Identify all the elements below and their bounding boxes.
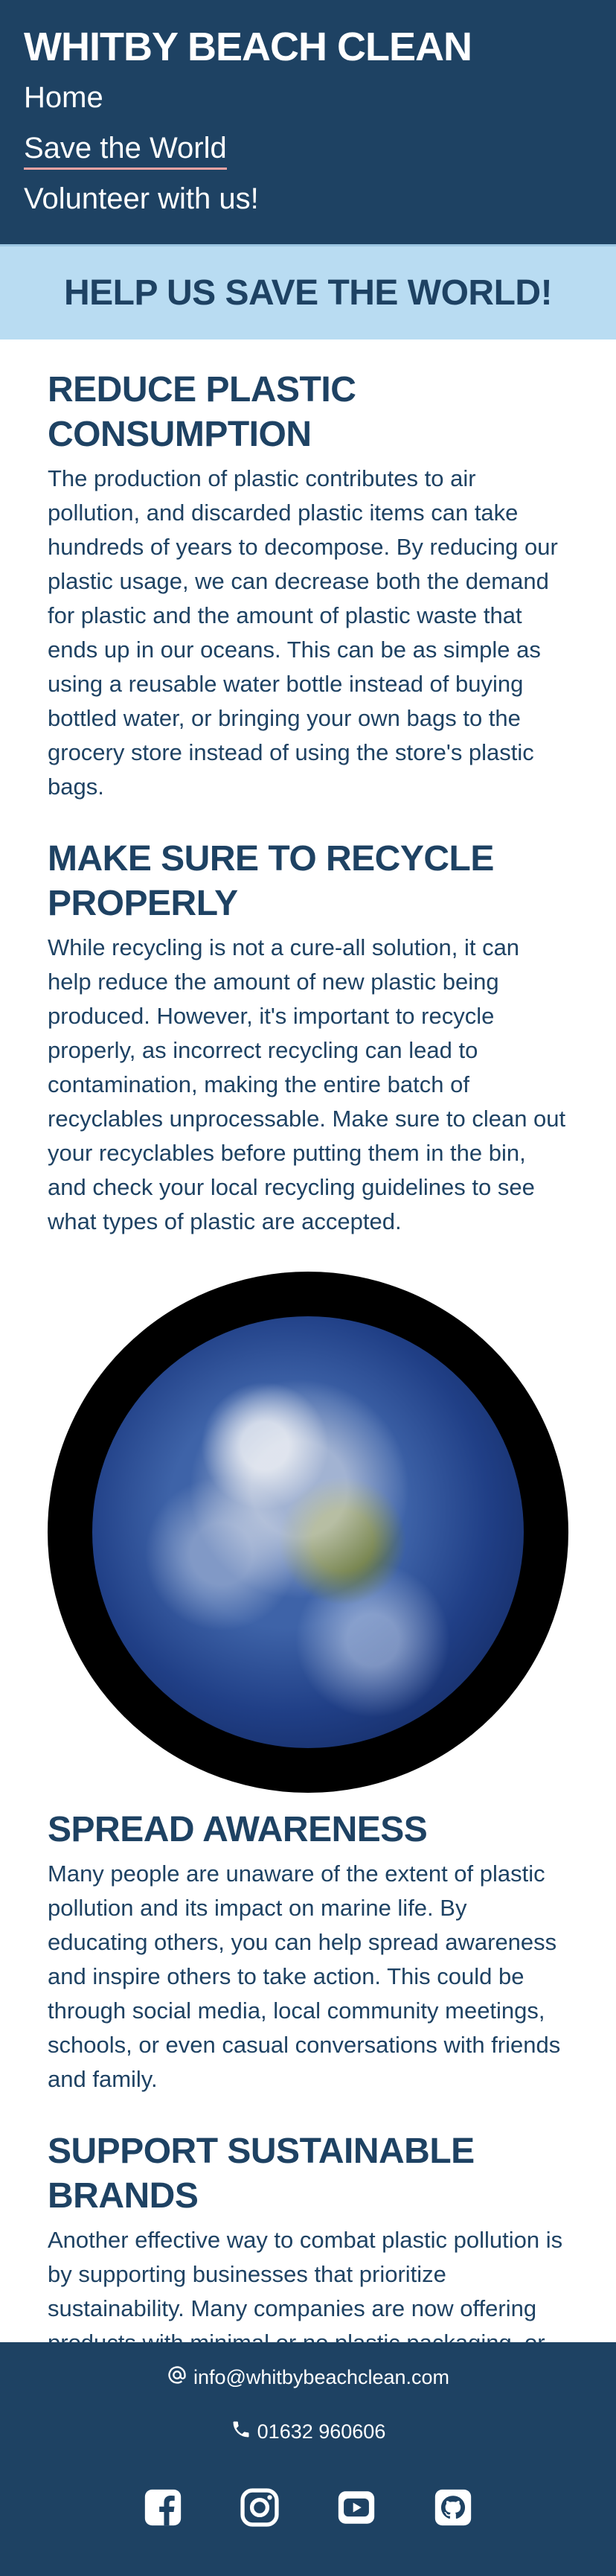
earth-globe (92, 1316, 524, 1748)
social-links (138, 2482, 478, 2533)
nav-link-volunteer[interactable]: Volunteer with us! (24, 182, 592, 232)
footer-email[interactable]: info@whitbybeachclean.com (167, 2365, 449, 2391)
section-body: While recycling is not a cure-all soluti… (48, 934, 566, 1234)
section-heading: SPREAD AWARENESS (48, 1810, 428, 1849)
phone-text: 01632 960606 (257, 2420, 386, 2443)
section-recycle: MAKE SURE TO RECYCLE PROPERLY While recy… (48, 837, 568, 1239)
page-banner: HELP US SAVE THE WORLD! (0, 244, 616, 339)
instagram-icon[interactable] (234, 2482, 285, 2533)
section-heading: SUPPORT SUSTAINABLE BRANDS (48, 2132, 475, 2216)
nav-link-home[interactable]: Home (24, 80, 592, 131)
section-body: Many people are unaware of the extent of… (48, 1861, 561, 2092)
facebook-icon[interactable] (138, 2482, 188, 2533)
footer-phone[interactable]: 01632 960606 (231, 2419, 386, 2445)
nav-link-label: Save the World (24, 132, 227, 170)
phone-icon (231, 2419, 251, 2445)
main-nav: Home Save the World Volunteer with us! (24, 80, 592, 232)
youtube-icon[interactable] (331, 2482, 382, 2533)
section-heading: MAKE SURE TO RECYCLE PROPERLY (48, 839, 494, 923)
nav-link-label: Home (24, 81, 103, 114)
section-body: The production of plastic contributes to… (48, 465, 558, 800)
earth-image (48, 1272, 568, 1793)
site-header: WHITBY BEACH CLEAN Home Save the World V… (0, 0, 616, 244)
main-content: REDUCE PLASTIC CONSUMPTION The productio… (0, 339, 616, 2531)
section-reduce-plastic: REDUCE PLASTIC CONSUMPTION The productio… (48, 368, 568, 804)
nav-link-label: Volunteer with us! (24, 182, 259, 215)
page-title: HELP US SAVE THE WORLD! (63, 273, 553, 313)
site-footer: info@whitbybeachclean.com 01632 960606 (0, 2342, 616, 2576)
email-text: info@whitbybeachclean.com (193, 2366, 450, 2388)
section-spread-awareness: SPREAD AWARENESS Many people are unaware… (48, 1808, 568, 2097)
site-title: WHITBY BEACH CLEAN (24, 25, 472, 69)
at-icon (167, 2365, 187, 2391)
nav-link-save-the-world[interactable]: Save the World (24, 131, 592, 182)
github-icon[interactable] (428, 2482, 478, 2533)
section-heading: REDUCE PLASTIC CONSUMPTION (48, 370, 356, 454)
